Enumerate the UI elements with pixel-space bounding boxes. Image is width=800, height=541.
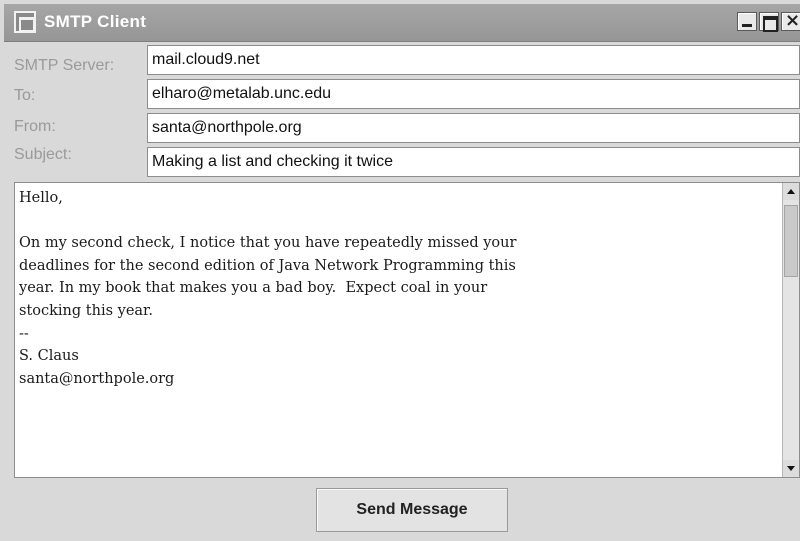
subject-input[interactable]: [147, 147, 800, 177]
scroll-down-icon[interactable]: [783, 460, 799, 477]
message-body-area[interactable]: Hello, On my second check, I notice that…: [14, 182, 800, 478]
from-label: From:: [14, 118, 56, 135]
close-icon[interactable]: ×: [781, 10, 800, 31]
to-label: To:: [14, 87, 36, 104]
send-message-button[interactable]: Send Message: [316, 488, 508, 532]
app-icon: [14, 11, 36, 33]
smtp-server-input[interactable]: [147, 45, 800, 75]
from-input[interactable]: [147, 113, 800, 143]
vertical-scrollbar[interactable]: [782, 183, 799, 477]
message-body-text[interactable]: Hello, On my second check, I notice that…: [15, 183, 783, 477]
scroll-up-icon[interactable]: [783, 183, 799, 200]
to-input[interactable]: [147, 79, 800, 109]
smtp-server-label: SMTP Server:: [14, 57, 115, 74]
window-title: SMTP Client: [44, 12, 147, 31]
smtp-client-window: SMTP Client × SMTP Server: To: From: Sub…: [0, 0, 800, 541]
minimize-icon[interactable]: [737, 12, 757, 31]
scroll-thumb[interactable]: [784, 205, 798, 277]
subject-label: Subject:: [14, 146, 72, 163]
maximize-icon[interactable]: [759, 12, 779, 32]
title-bar[interactable]: SMTP Client ×: [4, 4, 800, 42]
